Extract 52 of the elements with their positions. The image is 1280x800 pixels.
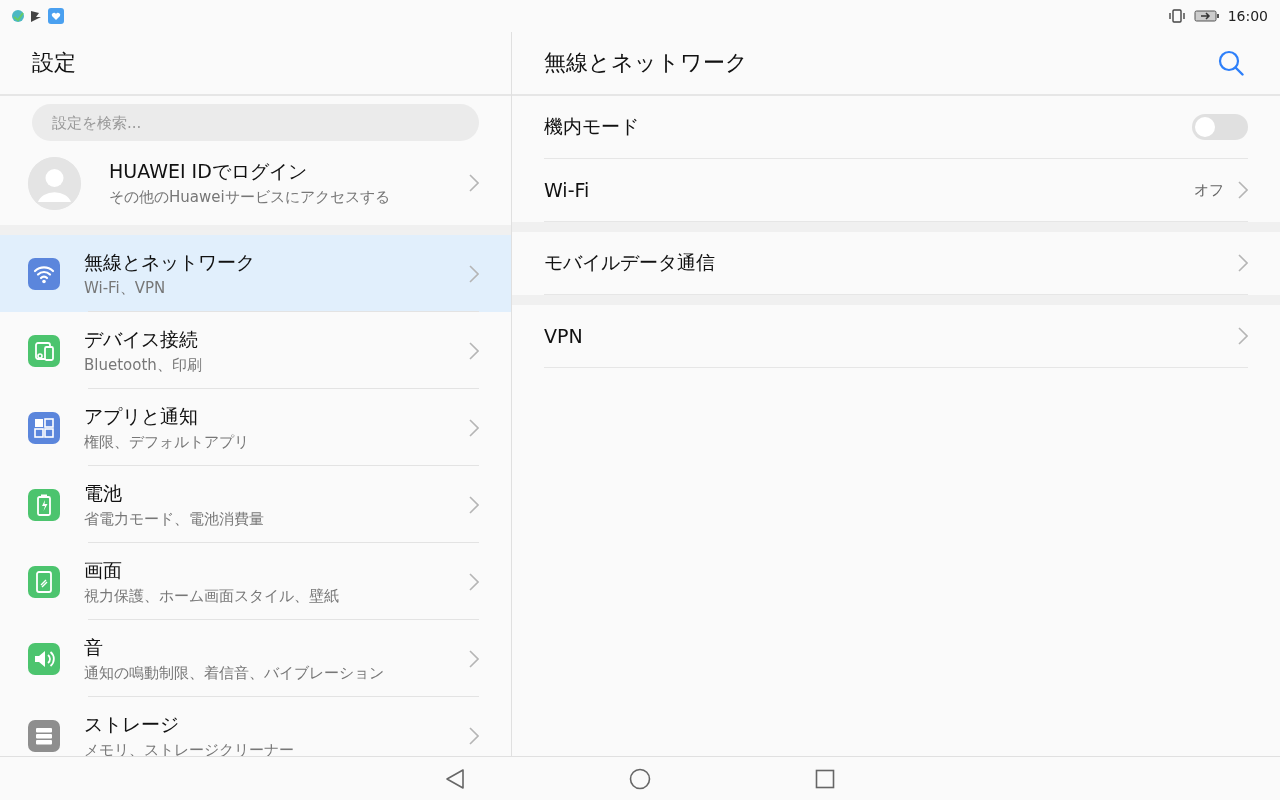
setting-label: モバイルデータ通信 bbox=[544, 250, 716, 275]
menu-item-subtitle: 省電力モード、電池消費量 bbox=[84, 509, 265, 529]
settings-menu-item[interactable]: 画面 視力保護、ホーム画面スタイル、壁紙 bbox=[0, 543, 511, 620]
settings-menu-item[interactable]: 無線とネットワーク Wi-Fi、VPN bbox=[0, 235, 511, 312]
menu-item-subtitle: 通知の鳴動制限、着信音、バイブレーション bbox=[84, 663, 385, 683]
back-icon[interactable] bbox=[445, 767, 465, 790]
menu-item-title: 電池 bbox=[84, 480, 123, 506]
panel-title: 無線とネットワーク bbox=[544, 49, 749, 77]
menu-item-title: 音 bbox=[84, 634, 104, 660]
menu-item-subtitle: 権限、デフォルトアプリ bbox=[84, 432, 250, 452]
menu-item-subtitle: 視力保護、ホーム画面スタイル、壁紙 bbox=[84, 586, 340, 606]
recents-icon[interactable] bbox=[815, 768, 835, 789]
heart-app-icon bbox=[48, 8, 64, 24]
chevron-icon bbox=[469, 572, 479, 591]
chevron-icon bbox=[1238, 327, 1248, 345]
account-title: HUAWEI IDでログイン bbox=[109, 159, 308, 184]
menu-item-title: 無線とネットワーク bbox=[84, 249, 256, 275]
settings-title: 設定 bbox=[32, 49, 76, 77]
battery-charging-icon bbox=[1193, 10, 1220, 22]
menu-item-title: 画面 bbox=[84, 557, 123, 583]
toggle-switch[interactable] bbox=[1192, 114, 1248, 140]
chevron-icon bbox=[469, 341, 479, 360]
menu-item-subtitle: メモリ、ストレージクリーナー bbox=[84, 740, 295, 756]
chevron-icon bbox=[469, 174, 479, 192]
chevron-icon bbox=[469, 418, 479, 437]
home-icon[interactable] bbox=[629, 767, 651, 790]
menu-item-title: デバイス接続 bbox=[84, 326, 199, 352]
globe-app-icon bbox=[12, 10, 24, 22]
chevron-icon bbox=[469, 495, 479, 514]
settings-menu-item[interactable]: 電池 省電力モード、電池消費量 bbox=[0, 466, 511, 543]
chevron-icon bbox=[469, 649, 479, 668]
menu-item-title: アプリと通知 bbox=[84, 403, 199, 429]
chevron-icon bbox=[1238, 181, 1248, 199]
status-time: 16:00 bbox=[1227, 8, 1268, 24]
search-field[interactable]: 設定を検索... bbox=[32, 104, 479, 141]
setting-label: VPN bbox=[544, 325, 584, 347]
flag-app-icon bbox=[30, 10, 42, 22]
settings-menu-item[interactable]: デバイス接続 Bluetooth、印刷 bbox=[0, 312, 511, 389]
vibrate-icon bbox=[1167, 9, 1186, 23]
settings-menu-item[interactable]: 音 通知の鳴動制限、着信音、バイブレーション bbox=[0, 620, 511, 697]
menu-item-title: ストレージ bbox=[84, 711, 180, 737]
account-subtitle: その他のHuaweiサービスにアクセスする bbox=[109, 188, 391, 207]
menu-item-subtitle: Wi-Fi、VPN bbox=[84, 278, 167, 298]
setting-label: Wi-Fi bbox=[544, 179, 591, 201]
setting-value: オフ bbox=[1194, 180, 1224, 200]
setting-label: 機内モード bbox=[544, 114, 640, 139]
chevron-icon bbox=[469, 726, 479, 745]
menu-item-subtitle: Bluetooth、印刷 bbox=[84, 355, 203, 375]
chevron-icon bbox=[469, 264, 479, 283]
settings-menu-item[interactable]: アプリと通知 権限、デフォルトアプリ bbox=[0, 389, 511, 466]
search-icon[interactable] bbox=[1218, 50, 1244, 76]
chevron-icon bbox=[1238, 254, 1248, 272]
